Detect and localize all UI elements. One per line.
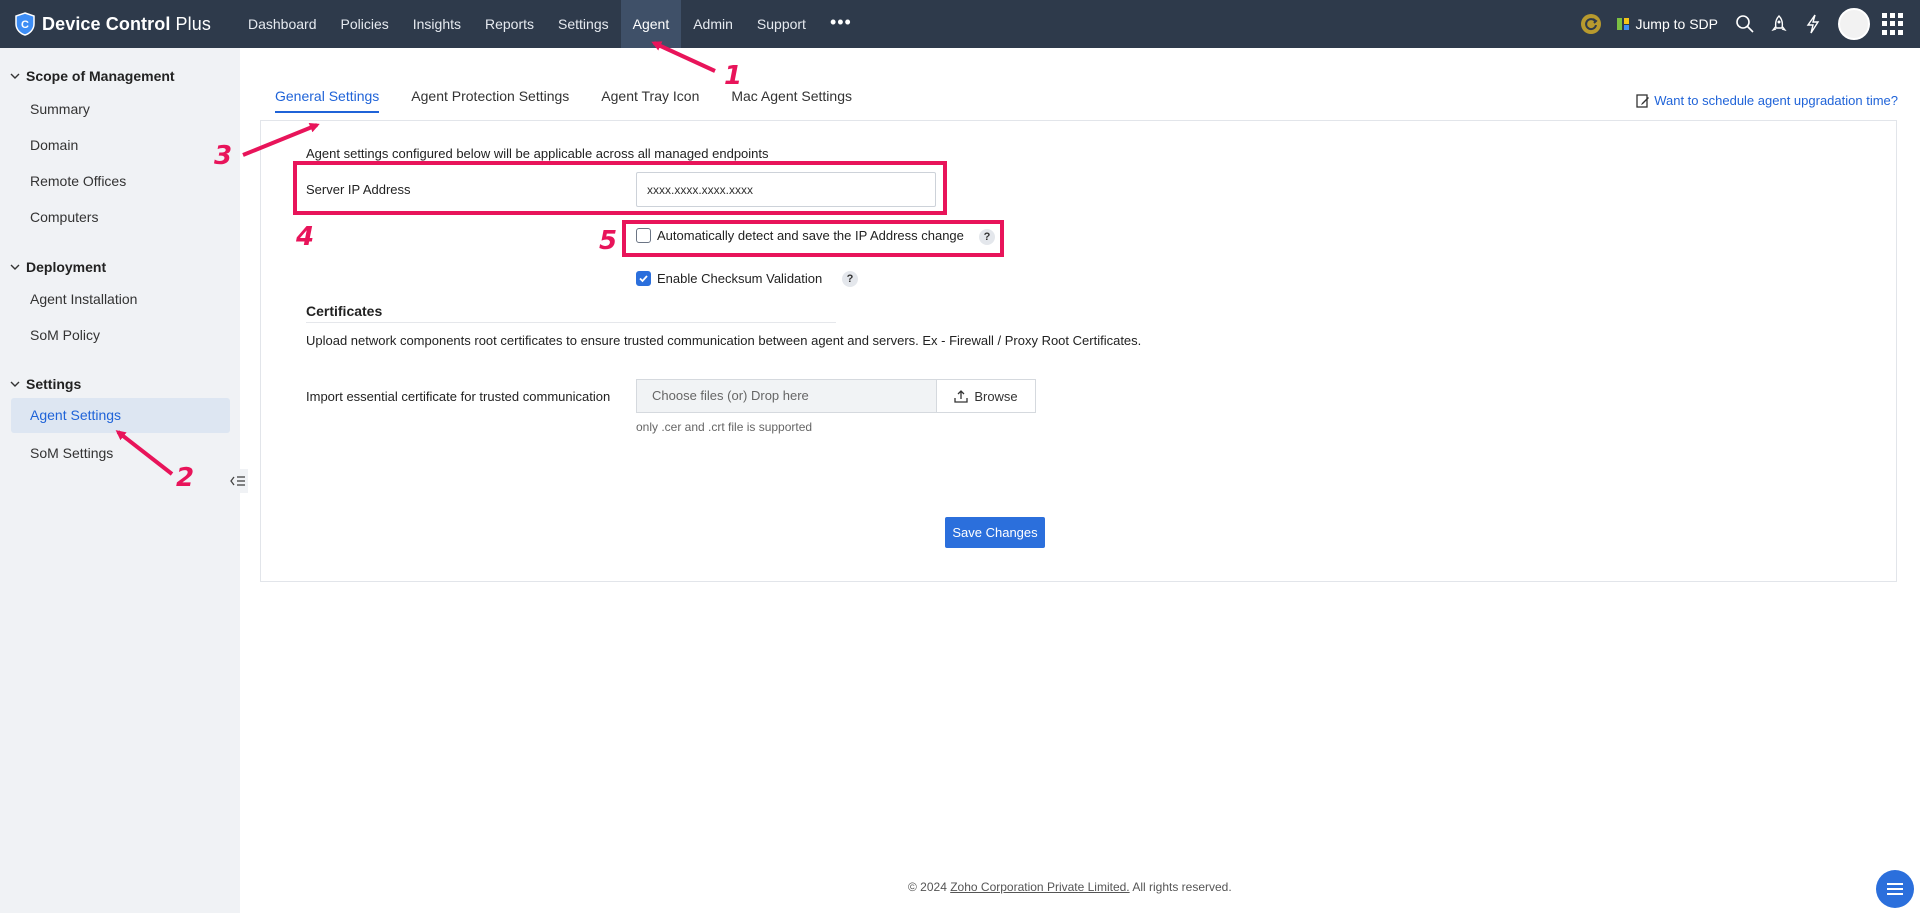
hamburger-icon — [1887, 883, 1903, 895]
sync-icon[interactable] — [1580, 13, 1602, 35]
nav-policies[interactable]: Policies — [329, 0, 401, 48]
import-certificate-label: Import essential certificate for trusted… — [306, 389, 611, 404]
more-menu-icon[interactable]: ••• — [818, 0, 864, 48]
nav-agent[interactable]: Agent — [620, 0, 682, 48]
sidebar-item-summary[interactable]: Summary — [30, 101, 90, 117]
jump-to-sdp-button[interactable]: Jump to SDP — [1616, 16, 1718, 32]
top-navigation-bar: C Device Control Plus Dashboard Policies… — [0, 0, 1920, 48]
sidebar-item-domain[interactable]: Domain — [30, 137, 78, 153]
checksum-label: Enable Checksum Validation — [657, 271, 823, 286]
sidebar-item-som-policy[interactable]: SoM Policy — [30, 327, 100, 343]
company-link[interactable]: Zoho Corporation Private Limited. — [950, 880, 1129, 894]
tab-agent-tray-icon[interactable]: Agent Tray Icon — [601, 88, 699, 113]
save-changes-button[interactable]: Save Changes — [945, 517, 1045, 548]
browse-button[interactable]: Browse — [936, 379, 1036, 413]
sidebar-item-agent-installation[interactable]: Agent Installation — [30, 291, 137, 307]
file-type-hint: only .cer and .crt file is supported — [636, 420, 813, 434]
annotation-number-2: 2 — [176, 463, 195, 493]
search-icon[interactable] — [1734, 13, 1756, 35]
schedule-upgrade-link[interactable]: Want to schedule agent upgradation time? — [1636, 93, 1898, 108]
chevron-down-icon — [10, 381, 20, 387]
info-text: Agent settings configured below will be … — [306, 146, 769, 161]
top-right-tools: Jump to SDP — [1574, 0, 1920, 48]
app-name: Device Control Plus — [42, 13, 211, 34]
nav-dashboard[interactable]: Dashboard — [236, 0, 329, 48]
svg-text:C: C — [21, 19, 29, 31]
sdp-icon — [1616, 18, 1629, 30]
annotation-number-5: 5 — [599, 226, 618, 256]
main-nav: Dashboard Policies Insights Reports Sett… — [236, 0, 864, 48]
settings-tabs: General Settings Agent Protection Settin… — [275, 88, 884, 113]
shield-logo-icon: C — [15, 12, 35, 36]
annotation-box-server-ip — [293, 161, 947, 215]
annotation-number-3: 3 — [214, 141, 233, 171]
tab-general-settings[interactable]: General Settings — [275, 88, 380, 113]
edit-note-icon — [1636, 93, 1650, 108]
section-settings[interactable]: Settings — [10, 376, 81, 392]
menu-fab-button[interactable] — [1876, 870, 1914, 908]
certificates-heading: Certificates — [306, 303, 383, 319]
sidebar-item-agent-settings[interactable]: Agent Settings — [11, 398, 230, 433]
nav-reports[interactable]: Reports — [473, 0, 546, 48]
nav-settings[interactable]: Settings — [546, 0, 621, 48]
annotation-number-4: 4 — [296, 222, 315, 252]
collapse-sidebar-icon[interactable] — [228, 469, 248, 493]
sidebar-item-remote-offices[interactable]: Remote Offices — [30, 173, 126, 189]
file-drop-zone[interactable]: Choose files (or) Drop here — [636, 379, 936, 413]
sidebar-item-computers[interactable]: Computers — [30, 209, 98, 225]
checksum-checkbox-row[interactable]: Enable Checksum Validation — [636, 271, 822, 286]
tab-agent-protection-settings[interactable]: Agent Protection Settings — [411, 88, 569, 113]
sidebar-item-som-settings[interactable]: SoM Settings — [30, 445, 113, 461]
apps-grid-icon[interactable] — [1882, 13, 1904, 35]
certificates-description: Upload network components root certifica… — [306, 333, 1142, 348]
checksum-checkbox[interactable] — [636, 271, 651, 286]
help-icon[interactable]: ? — [842, 271, 858, 287]
sidebar: Scope of Management Summary Domain Remot… — [0, 48, 240, 913]
divider — [306, 322, 836, 323]
brand[interactable]: C Device Control Plus — [0, 0, 236, 48]
chevron-down-icon — [10, 264, 20, 270]
annotation-number-1: 1 — [724, 61, 743, 91]
annotation-box-auto-detect — [622, 220, 1004, 257]
nav-insights[interactable]: Insights — [401, 0, 473, 48]
rocket-icon[interactable] — [1768, 13, 1790, 35]
section-deployment[interactable]: Deployment — [10, 259, 106, 275]
section-scope-of-management[interactable]: Scope of Management — [10, 68, 175, 84]
nav-support[interactable]: Support — [745, 0, 818, 48]
jump-label: Jump to SDP — [1635, 16, 1718, 32]
chevron-down-icon — [10, 73, 20, 79]
lightning-icon[interactable] — [1802, 13, 1824, 35]
footer: © 2024 Zoho Corporation Private Limited.… — [908, 880, 1232, 894]
nav-admin[interactable]: Admin — [681, 0, 745, 48]
tab-mac-agent-settings[interactable]: Mac Agent Settings — [731, 88, 852, 113]
upload-icon — [954, 390, 968, 403]
avatar[interactable] — [1838, 8, 1870, 40]
